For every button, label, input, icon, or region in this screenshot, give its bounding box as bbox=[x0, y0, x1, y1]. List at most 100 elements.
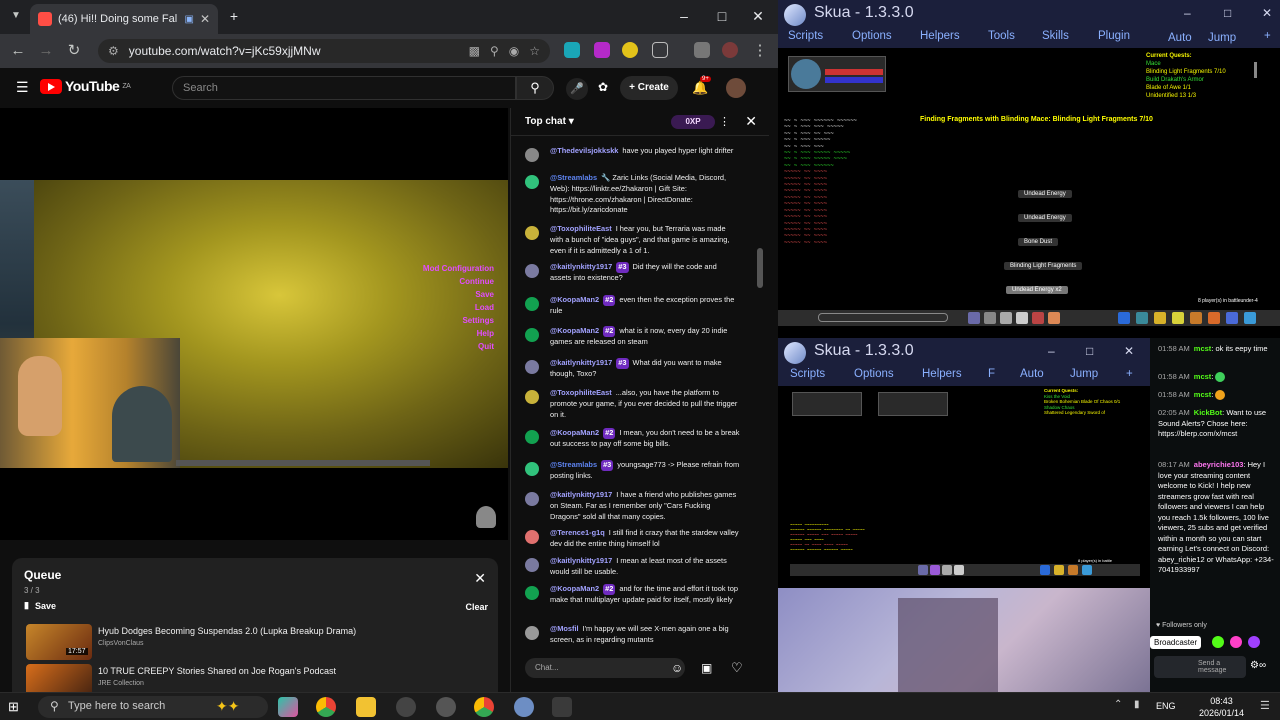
extensions-puzzle-icon[interactable] bbox=[652, 42, 668, 58]
windows-start-icon[interactable]: ⊞ bbox=[8, 699, 19, 715]
chrome-menu-icon[interactable]: ⋮ bbox=[750, 41, 770, 61]
heart-icon[interactable]: ♡ bbox=[731, 660, 743, 676]
cast-icon[interactable]: ▩ bbox=[469, 44, 480, 58]
tab-youtube[interactable]: (46) Hi!! Doing some Fallout ▣ ✕ bbox=[30, 4, 218, 34]
emote-icon[interactable] bbox=[1248, 636, 1260, 648]
new-tab-button[interactable]: + bbox=[224, 6, 244, 26]
menu-plugin[interactable]: Plugin bbox=[1098, 30, 1130, 42]
kick-user[interactable]: abeyrichie103 bbox=[1194, 460, 1244, 469]
battery-icon[interactable]: ▮ bbox=[1134, 699, 1140, 710]
extension-icon-2[interactable] bbox=[594, 42, 610, 58]
menu-jump[interactable]: Jump bbox=[1208, 32, 1236, 44]
close-icon[interactable]: ✕ bbox=[1124, 344, 1134, 358]
menu-scripts[interactable]: Scripts bbox=[788, 30, 823, 42]
forward-icon[interactable]: → bbox=[36, 41, 56, 61]
eye-off-icon[interactable]: ◉ bbox=[509, 44, 519, 58]
add-plus-icon[interactable]: + bbox=[1264, 30, 1271, 42]
skill-slot[interactable] bbox=[942, 565, 952, 575]
minimize-icon[interactable]: – bbox=[1048, 344, 1055, 358]
chat-author[interactable]: @kaitlynkitty1917 bbox=[550, 490, 612, 499]
url-field[interactable]: ⚙ youtube.com/watch?v=jKc59xjjMNw ▩ ⚲ ◉ … bbox=[98, 39, 550, 63]
chat-author[interactable]: @kaitlynkitty1917 bbox=[550, 262, 612, 271]
extension-icon-1[interactable] bbox=[564, 42, 580, 58]
chat-author[interactable]: @Mosfil bbox=[550, 624, 579, 633]
skill-slot[interactable] bbox=[1016, 312, 1028, 324]
chrome-icon[interactable] bbox=[316, 697, 336, 717]
menu-auto[interactable]: Auto bbox=[1020, 368, 1044, 380]
app-icon[interactable] bbox=[436, 697, 456, 717]
skill-slot[interactable] bbox=[954, 565, 964, 575]
media-icon[interactable] bbox=[694, 42, 710, 58]
tab-close-icon[interactable]: ✕ bbox=[200, 12, 210, 26]
close-window-icon[interactable]: ✕ bbox=[748, 6, 768, 26]
menu-tools[interactable]: Tools bbox=[988, 30, 1015, 42]
chat-author[interactable]: @Streamlabs bbox=[550, 460, 597, 469]
bookmark-star-icon[interactable]: ☆ bbox=[529, 44, 540, 58]
menu-options[interactable]: Options bbox=[852, 30, 892, 42]
menu-slot[interactable] bbox=[1172, 312, 1184, 324]
account-avatar[interactable] bbox=[726, 78, 746, 98]
skill-slot[interactable] bbox=[1000, 312, 1012, 324]
chrome-icon-2[interactable] bbox=[474, 697, 494, 717]
chat-close-icon[interactable]: ✕ bbox=[745, 113, 757, 130]
menu-slot[interactable] bbox=[1208, 312, 1220, 324]
back-icon[interactable]: ← bbox=[8, 41, 28, 61]
add-plus-icon[interactable]: + bbox=[1126, 368, 1133, 380]
menu-slot[interactable] bbox=[1068, 565, 1078, 575]
voice-search-icon[interactable]: 🎤 bbox=[566, 78, 588, 100]
menu-slot[interactable] bbox=[1136, 312, 1148, 324]
kick-user[interactable]: mcst bbox=[1194, 390, 1212, 399]
settings-icon[interactable] bbox=[552, 697, 572, 717]
queue-item[interactable]: 17:57 Hyub Dodges Becoming Suspendas 2.0… bbox=[26, 624, 486, 660]
queue-clear-button[interactable]: Clear bbox=[465, 602, 488, 612]
emote-icon[interactable] bbox=[1212, 636, 1224, 648]
file-explorer-icon[interactable] bbox=[356, 697, 376, 717]
notification-center-icon[interactable]: ☰ bbox=[1260, 699, 1270, 712]
skill-slot[interactable] bbox=[968, 312, 980, 324]
xp-badge[interactable]: 0XP bbox=[671, 115, 715, 129]
system-clock[interactable]: 08:43 2026/01/14 bbox=[1199, 695, 1244, 719]
game-view-2[interactable]: Current Quests: Kiss the Void Broken Boh… bbox=[778, 386, 1150, 586]
profile-avatar[interactable] bbox=[722, 42, 738, 58]
search-input[interactable]: Search bbox=[172, 76, 516, 100]
chat-author[interactable]: @kaitlynkitty1917 bbox=[550, 556, 612, 565]
chat-scrollbar[interactable] bbox=[757, 248, 763, 288]
chat-author[interactable]: @kaitlynkitty1917 bbox=[550, 358, 612, 367]
tab-search-icon[interactable]: ▼ bbox=[6, 6, 26, 26]
menu-slot[interactable] bbox=[1082, 565, 1092, 575]
extension-gear-icon[interactable]: ✿ bbox=[598, 80, 608, 94]
youtube-logo[interactable]: YouTube ZA bbox=[40, 78, 131, 94]
tray-chevron-icon[interactable]: ⌃ bbox=[1114, 699, 1122, 710]
maximize-icon[interactable]: □ bbox=[1224, 6, 1231, 20]
reload-icon[interactable]: ↻ bbox=[64, 41, 84, 61]
skill-slot[interactable] bbox=[930, 565, 940, 575]
minimize-icon[interactable]: – bbox=[1184, 6, 1191, 20]
search-button[interactable]: ⚲ bbox=[516, 76, 554, 100]
skill-slot[interactable] bbox=[1032, 312, 1044, 324]
extension-icon-3[interactable] bbox=[622, 42, 638, 58]
chat-author[interactable]: @Thedevilsjokkskk bbox=[550, 146, 618, 155]
kick-user[interactable]: mcst bbox=[1194, 344, 1212, 353]
chat-more-icon[interactable]: ⋮ bbox=[719, 115, 730, 128]
menu-slot[interactable] bbox=[1226, 312, 1238, 324]
sparkle-icon[interactable]: ✦✦ bbox=[216, 698, 239, 715]
maximize-icon[interactable]: □ bbox=[1086, 344, 1093, 358]
menu-options[interactable]: Options bbox=[854, 368, 894, 380]
menu-slot[interactable] bbox=[1154, 312, 1166, 324]
skua-scrollbar[interactable] bbox=[1254, 62, 1257, 78]
chat-author[interactable]: @Terence1-g1q bbox=[550, 528, 605, 537]
chat-author[interactable]: @KoopaMan2 bbox=[550, 295, 599, 304]
chat-author[interactable]: @KoopaMan2 bbox=[550, 428, 599, 437]
skill-slot[interactable] bbox=[918, 565, 928, 575]
menu-skills[interactable]: Skills bbox=[1042, 30, 1069, 42]
copilot-icon[interactable] bbox=[278, 697, 298, 717]
kick-user[interactable]: mcst bbox=[1194, 372, 1212, 381]
game-view-1[interactable]: Current Quests: Mace Blinding Light Frag… bbox=[778, 52, 1280, 332]
chat-mode-dropdown[interactable]: Top chat ▾ bbox=[525, 116, 574, 127]
menu-slot[interactable] bbox=[1190, 312, 1202, 324]
kick-user[interactable]: KickBot bbox=[1194, 408, 1222, 417]
site-info-icon[interactable]: ⚙ bbox=[108, 44, 119, 58]
menu-slot[interactable] bbox=[1118, 312, 1130, 324]
close-icon[interactable]: ✕ bbox=[1262, 6, 1272, 20]
queue-close-icon[interactable]: ✕ bbox=[474, 570, 486, 587]
